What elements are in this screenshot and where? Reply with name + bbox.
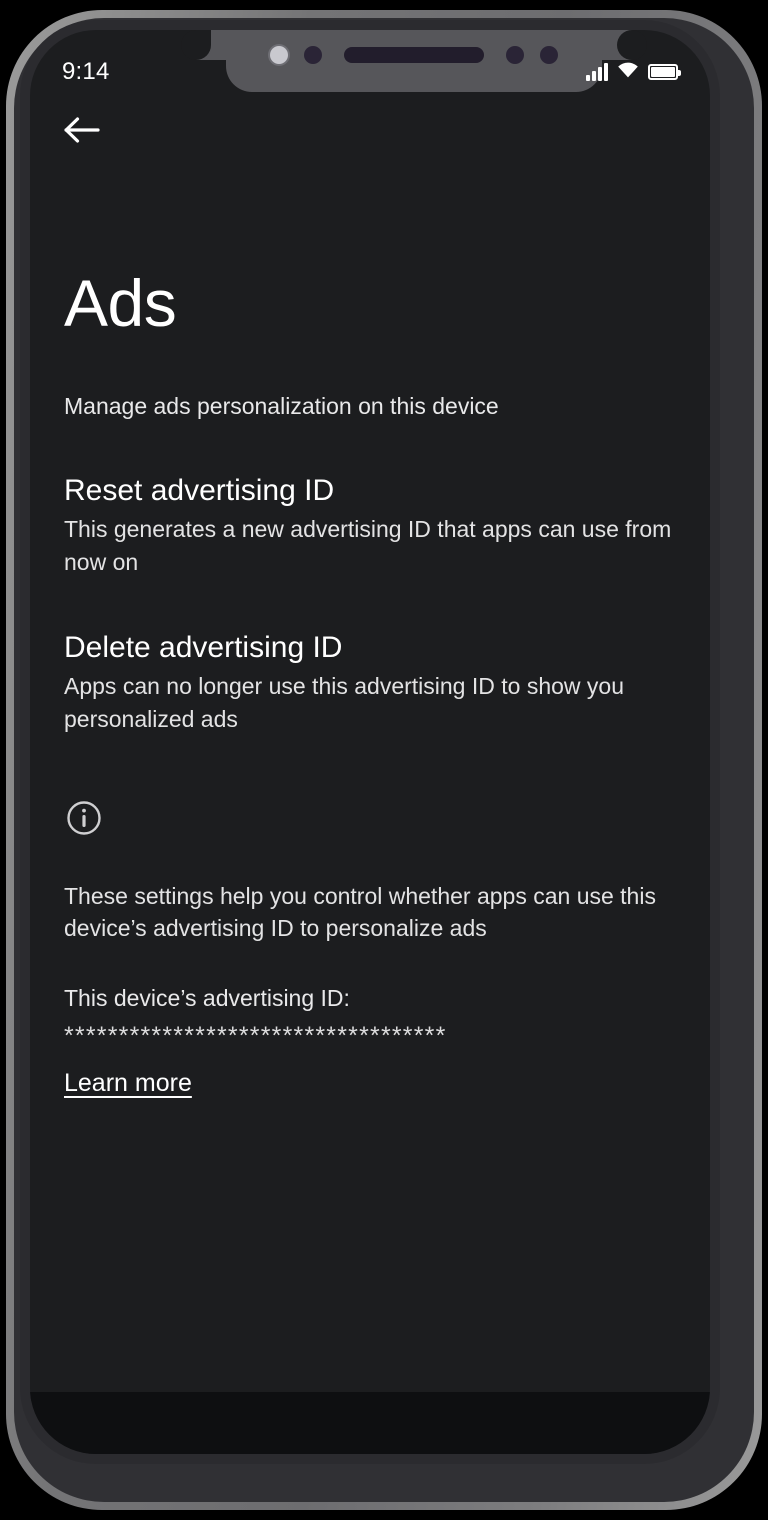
setting-description-reset-advertising-id: This generates a new advertising ID that… <box>64 516 672 576</box>
back-button[interactable] <box>50 98 114 162</box>
phone-screen: 9:14 Ads Manage ads personalization on t… <box>30 30 710 1454</box>
setting-title-delete-advertising-id[interactable]: Delete advertising ID <box>64 631 692 666</box>
info-note-text: These settings help you control whether … <box>64 882 656 942</box>
advertising-id-label: This device’s advertising ID: <box>64 984 350 1011</box>
status-bar: 9:14 <box>30 52 710 92</box>
content-area: Ads Manage ads personalization on this d… <box>64 270 692 1098</box>
learn-more-link[interactable]: Learn more <box>64 1069 192 1098</box>
advertising-id-value: *********************************** <box>64 1021 447 1050</box>
back-arrow-icon <box>63 115 101 145</box>
device-stage: 9:14 Ads Manage ads personalization on t… <box>0 0 768 1520</box>
status-bar-icons <box>586 60 681 84</box>
setting-item-reset-advertising-id[interactable]: Reset advertising ID This generates a ne… <box>64 474 692 579</box>
setting-item-delete-advertising-id[interactable]: Delete advertising ID Apps can no longer… <box>64 631 692 736</box>
page-subtitle: Manage ads personalization on this devic… <box>64 393 499 419</box>
battery-icon <box>648 64 681 80</box>
screen-bottom-band <box>30 1392 710 1454</box>
wifi-icon <box>616 60 640 84</box>
signal-bars-icon <box>586 63 608 81</box>
ads-settings-screen: Ads Manage ads personalization on this d… <box>30 30 710 1454</box>
status-bar-clock: 9:14 <box>62 58 110 85</box>
setting-title-reset-advertising-id[interactable]: Reset advertising ID <box>64 474 692 509</box>
setting-description-delete-advertising-id: Apps can no longer use this advertising … <box>64 673 624 732</box>
info-circle-icon <box>64 798 104 838</box>
page-title: Ads <box>64 266 177 340</box>
